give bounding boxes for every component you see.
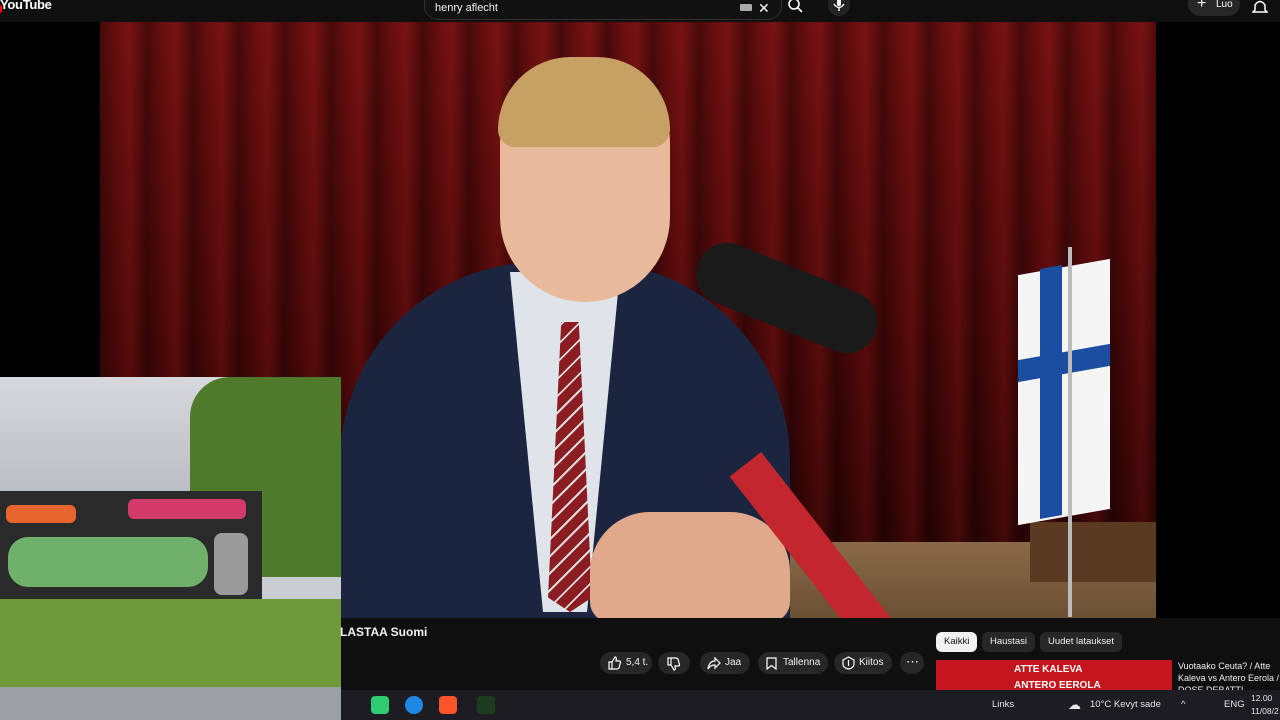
- graffiti-tag: [6, 505, 76, 523]
- clock-time[interactable]: 12.00: [1251, 693, 1272, 703]
- thumbnail-text: ATTE KALEVA: [1014, 664, 1083, 675]
- dislike-button[interactable]: [658, 652, 690, 674]
- chip-new-uploads[interactable]: Uudet lataukset: [1040, 632, 1123, 652]
- links-toolbar[interactable]: Links: [992, 699, 1014, 710]
- tray-expand-icon[interactable]: ^: [1181, 699, 1185, 710]
- like-button[interactable]: 5,4 t.: [600, 652, 652, 674]
- edge-browser-icon[interactable]: [405, 696, 423, 714]
- thanks-label: Kiitos: [859, 657, 884, 668]
- search-input[interactable]: henry aflecht: [435, 2, 498, 14]
- youtube-logo-text[interactable]: YouTube: [0, 0, 52, 12]
- app-taskbar-icon[interactable]: [371, 696, 389, 714]
- overlay-grass: [0, 599, 341, 689]
- save-button[interactable]: Tallenna: [758, 652, 828, 674]
- video-title: LASTAA Suomi: [340, 625, 428, 639]
- chip-for-you[interactable]: Haustasi: [982, 632, 1035, 652]
- chip-all[interactable]: Kaikki: [936, 632, 978, 652]
- graffiti-piece: [8, 537, 208, 587]
- voice-search-button[interactable]: [828, 0, 850, 16]
- app-taskbar-icon[interactable]: [477, 696, 495, 714]
- bookmark-icon: [766, 657, 777, 670]
- thanks-button[interactable]: Kiitos: [834, 652, 892, 674]
- clock-date[interactable]: 11/08/2: [1251, 706, 1279, 716]
- like-count: 5,4 t.: [626, 657, 649, 668]
- share-label: Jaa: [725, 657, 742, 668]
- weather-widget[interactable]: 10°C Kevyt sade: [1090, 699, 1161, 710]
- search-button[interactable]: [780, 0, 810, 18]
- windows-taskbar: Links ☁ 10°C Kevyt sade ^ ENG 12.00 11/0…: [341, 690, 1280, 720]
- webcam-overlay: [0, 377, 341, 720]
- thumbnail-text: ANTERO EEROLA: [1014, 680, 1101, 690]
- share-icon: [707, 657, 721, 670]
- search-box[interactable]: henry aflecht ✕: [424, 0, 782, 20]
- brave-browser-icon[interactable]: [439, 696, 457, 714]
- thumbs-down-icon: [667, 657, 681, 671]
- more-icon: ⋯: [906, 654, 919, 669]
- flag-pole-image: [1068, 247, 1072, 617]
- finland-flag-image: [1018, 258, 1110, 526]
- chess-set-image: [1030, 522, 1156, 582]
- notifications-bell-icon[interactable]: [1252, 0, 1268, 16]
- microphone-icon: [833, 0, 845, 11]
- recommended-video-thumbnail[interactable]: ATTE KALEVA ANTERO EEROLA: [936, 660, 1172, 690]
- thumbs-up-icon: [608, 656, 622, 670]
- keyboard-icon[interactable]: [740, 4, 752, 11]
- flag-cross-vertical: [1040, 265, 1062, 519]
- graffiti-figure: [214, 533, 248, 595]
- graffiti-tag: [128, 499, 246, 519]
- presenter-hands-image: [590, 512, 790, 618]
- language-indicator[interactable]: ENG: [1224, 699, 1245, 710]
- more-actions-button[interactable]: ⋯: [900, 652, 924, 674]
- weather-icon: ☁: [1068, 697, 1081, 712]
- super-thanks-icon: [842, 656, 855, 670]
- create-label: Luo: [1216, 0, 1233, 10]
- overlay-path: [0, 687, 341, 720]
- presenter-hair-image: [498, 57, 670, 147]
- clear-search-icon[interactable]: ✕: [758, 0, 770, 17]
- save-label: Tallenna: [783, 657, 821, 668]
- create-button[interactable]: + Luo: [1188, 0, 1240, 16]
- plus-icon: +: [1197, 0, 1207, 12]
- search-icon: [788, 0, 803, 13]
- youtube-header: YouTube henry aflecht ✕ + Luo: [0, 0, 1280, 22]
- recommended-video-title[interactable]: Vuotaako Ceuta? / Atte Kaleva vs Antero …: [1178, 660, 1280, 690]
- share-button[interactable]: Jaa: [700, 652, 750, 674]
